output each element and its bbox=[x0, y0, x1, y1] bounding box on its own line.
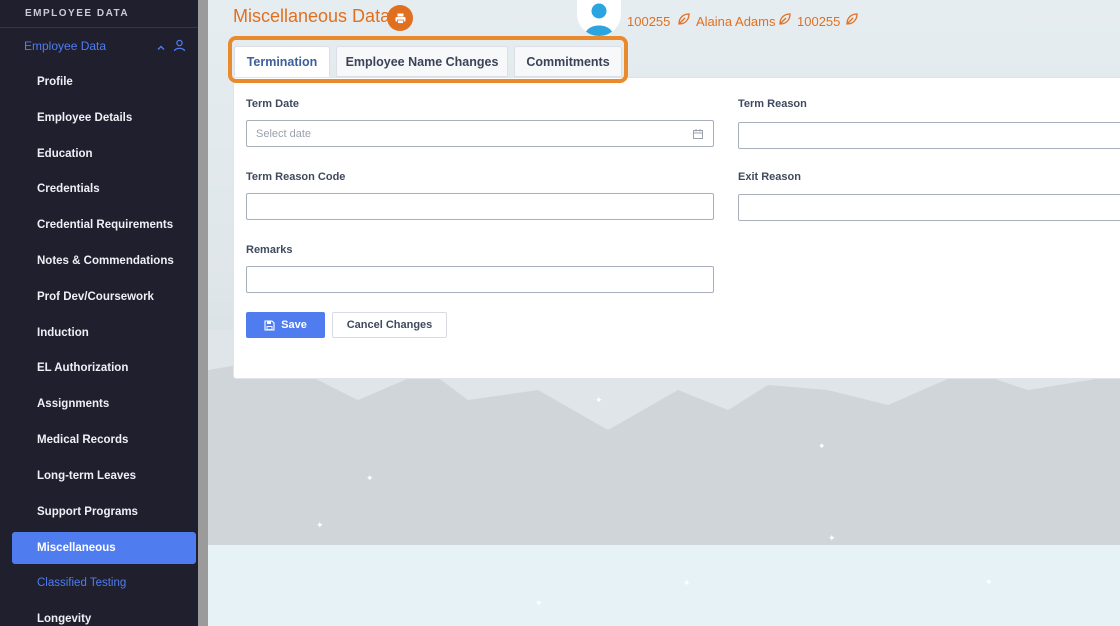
sparkle: ✦ bbox=[985, 577, 993, 587]
sidebar-header: EMPLOYEE DATA bbox=[25, 8, 130, 19]
sidebar: EMPLOYEE DATA Employee Data Profile Empl… bbox=[0, 0, 208, 626]
term-date-placeholder: Select date bbox=[256, 127, 312, 140]
background-snow bbox=[208, 545, 1120, 626]
sidebar-item-assignments[interactable]: Assignments bbox=[12, 388, 196, 420]
sidebar-item-education[interactable]: Education bbox=[12, 138, 196, 170]
sparkle: ✦ bbox=[683, 578, 691, 588]
sparkle: ✦ bbox=[818, 441, 826, 451]
main-content: ✦ ✦ ✦ ✦ ✦ ✦ ✦ ✦ Miscellaneous Data 10025… bbox=[208, 0, 1120, 626]
employee-id: 100255 bbox=[627, 14, 671, 29]
chevron-up-icon[interactable] bbox=[156, 40, 166, 58]
term-reason-input[interactable] bbox=[738, 122, 1120, 149]
term-date-input[interactable]: Select date bbox=[246, 120, 714, 147]
remarks-input[interactable] bbox=[246, 266, 714, 293]
sidebar-item-long-term-leaves[interactable]: Long-term Leaves bbox=[12, 460, 196, 492]
term-reason-code-label: Term Reason Code bbox=[246, 171, 346, 183]
term-reason-code-input[interactable] bbox=[246, 193, 714, 220]
sidebar-item-support-programs[interactable]: Support Programs bbox=[12, 496, 196, 528]
sidebar-item-miscellaneous[interactable]: Miscellaneous bbox=[12, 532, 196, 564]
page-title: Miscellaneous Data bbox=[233, 6, 391, 26]
user-icon[interactable] bbox=[173, 39, 186, 57]
sidebar-item-medical-records[interactable]: Medical Records bbox=[12, 424, 196, 456]
sidebar-item-longevity[interactable]: Longevity bbox=[12, 603, 196, 626]
sidebar-item-classified-testing[interactable]: Classified Testing bbox=[12, 567, 196, 599]
sidebar-item-credentials[interactable]: Credentials bbox=[12, 173, 196, 205]
save-icon bbox=[264, 319, 275, 331]
sidebar-scrollbar[interactable] bbox=[198, 0, 208, 626]
sparkle: ✦ bbox=[828, 533, 836, 543]
sidebar-divider bbox=[0, 27, 198, 28]
term-reason-label: Term Reason bbox=[738, 98, 807, 110]
sidebar-item-employee-details[interactable]: Employee Details bbox=[12, 102, 196, 134]
leaf-icon[interactable] bbox=[778, 12, 792, 31]
sidebar-item-el-authorization[interactable]: EL Authorization bbox=[12, 352, 196, 384]
employee-name: Alaina Adams bbox=[696, 14, 776, 29]
save-button[interactable]: Save bbox=[246, 312, 325, 338]
sidebar-item-induction[interactable]: Induction bbox=[12, 317, 196, 349]
sidebar-item-prof-dev[interactable]: Prof Dev/Coursework bbox=[12, 281, 196, 313]
remarks-label: Remarks bbox=[246, 244, 293, 256]
sidebar-item-notes-commendations[interactable]: Notes & Commendations bbox=[12, 245, 196, 277]
section-label: Employee Data bbox=[24, 39, 107, 53]
term-date-label: Term Date bbox=[246, 98, 299, 110]
save-label: Save bbox=[281, 319, 307, 331]
print-button[interactable] bbox=[387, 5, 413, 31]
cancel-button[interactable]: Cancel Changes bbox=[332, 312, 447, 338]
sidebar-item-profile[interactable]: Profile bbox=[12, 66, 196, 98]
exit-reason-label: Exit Reason bbox=[738, 171, 801, 183]
tabs-highlight-box bbox=[228, 36, 628, 83]
sparkle: ✦ bbox=[366, 473, 374, 483]
leaf-icon[interactable] bbox=[677, 12, 691, 31]
sidebar-item-credential-requirements[interactable]: Credential Requirements bbox=[12, 209, 196, 241]
employee-id-secondary: 100255 bbox=[797, 14, 841, 29]
sparkle: ✦ bbox=[316, 520, 324, 530]
print-icon bbox=[395, 13, 405, 24]
sparkle: ✦ bbox=[595, 395, 603, 405]
calendar-icon[interactable] bbox=[692, 128, 704, 143]
leaf-icon[interactable] bbox=[845, 12, 859, 31]
exit-reason-input[interactable] bbox=[738, 194, 1120, 221]
sidebar-section-employee-data[interactable]: Employee Data bbox=[12, 33, 196, 59]
sparkle: ✦ bbox=[535, 598, 543, 608]
